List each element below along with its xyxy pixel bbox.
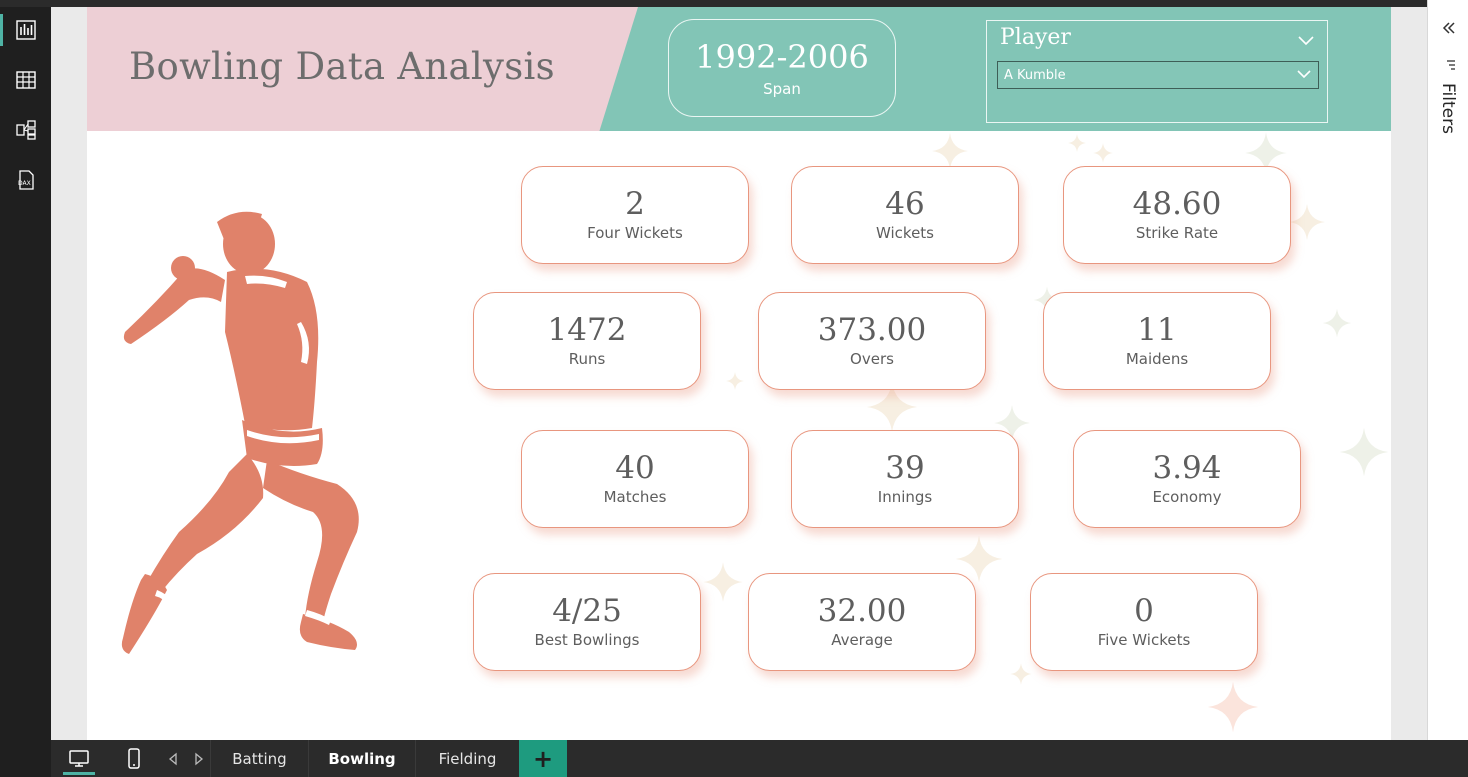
kpi-card-innings: 39 Innings — [791, 430, 1019, 528]
chevron-down-icon — [1297, 70, 1311, 79]
next-page-icon[interactable] — [194, 752, 204, 766]
kpi-card-five-wickets: 0 Five Wickets — [1030, 573, 1258, 671]
model-view-button[interactable] — [0, 108, 51, 152]
plus-icon: + — [532, 744, 554, 773]
collapse-left-icon[interactable] — [1441, 20, 1457, 36]
rail-top-strip — [0, 0, 51, 7]
kpi-label: Strike Rate — [1135, 224, 1219, 242]
tab-batting[interactable]: Batting — [210, 740, 308, 777]
desktop-icon — [69, 749, 89, 767]
add-page-button[interactable]: + — [519, 740, 567, 777]
tab-bowling[interactable]: Bowling — [308, 740, 415, 777]
kpi-card-runs: 1472 Runs — [473, 292, 701, 390]
sparkle-icon — [1289, 204, 1325, 240]
kpi-card-matches: 40 Matches — [521, 430, 749, 528]
filters-pane[interactable]: Filters — [1427, 0, 1468, 777]
sparkle-icon — [703, 562, 743, 602]
kpi-card-maidens: 11 Maidens — [1043, 292, 1271, 390]
kpi-value: 46 — [885, 186, 925, 222]
sparkle-icon — [726, 372, 744, 390]
slicer-label: Player — [1000, 25, 1071, 50]
kpi-value: 11 — [1137, 312, 1177, 348]
mobile-view-button[interactable] — [106, 740, 162, 777]
kpi-card-overs: 373.00 Overs — [758, 292, 986, 390]
kpi-label: Overs — [850, 350, 894, 368]
kpi-card-best-bowlings: 4/25 Best Bowlings — [473, 573, 701, 671]
kpi-label: Runs — [568, 350, 606, 368]
kpi-card-wickets: 46 Wickets — [791, 166, 1019, 264]
sparkle-icon — [932, 133, 968, 169]
report-view-button[interactable] — [0, 8, 51, 52]
kpi-card-economy: 3.94 Economy — [1073, 430, 1301, 528]
kpi-value: 2 — [625, 186, 645, 222]
kpi-value: 32.00 — [817, 593, 907, 629]
kpi-value: 39 — [885, 450, 925, 486]
report-view-icon — [15, 20, 36, 40]
svg-text:DAX: DAX — [18, 180, 31, 187]
kpi-card-average: 32.00 Average — [748, 573, 976, 671]
dax-query-icon: DAX — [18, 170, 34, 190]
sparkle-icon — [1207, 681, 1259, 733]
sparkle-icon — [1010, 663, 1032, 685]
kpi-card-strike-rate: 48.60 Strike Rate — [1063, 166, 1291, 264]
span-card: 1992-2006 Span — [668, 19, 896, 117]
sparkle-icon — [1068, 134, 1086, 152]
player-slicer[interactable]: Player A Kumble — [986, 20, 1328, 123]
sparkle-icon — [1339, 427, 1389, 477]
kpi-label: Wickets — [876, 224, 934, 242]
model-view-icon — [15, 120, 36, 140]
kpi-value: 4/25 — [552, 593, 622, 629]
kpi-label: Economy — [1152, 488, 1222, 506]
kpi-value: 3.94 — [1152, 450, 1222, 486]
dax-query-button[interactable]: DAX — [0, 158, 51, 202]
filter-icon — [1447, 60, 1455, 70]
tab-fielding[interactable]: Fielding — [415, 740, 519, 777]
kpi-label: Four Wickets — [587, 224, 683, 242]
kpi-value: 0 — [1134, 593, 1154, 629]
kpi-label: Matches — [603, 488, 667, 506]
top-strip — [51, 0, 1427, 7]
table-view-button[interactable] — [0, 58, 51, 102]
kpi-label: Five Wickets — [1097, 631, 1191, 649]
report-page: Bowling Data Analysis 1992-2006 Span Pla… — [87, 7, 1391, 740]
kpi-value: 1472 — [547, 312, 627, 348]
sparkle-icon — [1093, 143, 1113, 163]
kpi-card-four-wickets: 2 Four Wickets — [521, 166, 749, 264]
left-rail: DAX — [0, 0, 51, 777]
span-value: 1992-2006 — [695, 38, 869, 76]
kpi-value: 48.60 — [1132, 186, 1222, 222]
page-title: Bowling Data Analysis — [129, 45, 555, 88]
player-dropdown[interactable]: A Kumble — [997, 61, 1319, 89]
mobile-icon — [128, 747, 140, 769]
bottom-rail-corner — [0, 740, 51, 777]
player-dropdown-value: A Kumble — [1004, 68, 1066, 83]
kpi-label: Maidens — [1125, 350, 1189, 368]
table-view-icon — [15, 71, 36, 89]
kpi-value: 373.00 — [817, 312, 927, 348]
kpi-label: Average — [831, 631, 893, 649]
sparkle-icon — [1322, 308, 1352, 338]
bowler-illustration — [121, 211, 359, 654]
chevron-down-icon[interactable] — [1297, 31, 1315, 49]
kpi-label: Innings — [877, 488, 933, 506]
previous-page-icon[interactable] — [168, 752, 178, 766]
desktop-view-button[interactable] — [51, 740, 107, 777]
span-label: Span — [763, 80, 801, 98]
kpi-label: Best Bowlings — [534, 631, 640, 649]
filters-label[interactable]: Filters — [1438, 83, 1458, 134]
kpi-value: 40 — [615, 450, 655, 486]
